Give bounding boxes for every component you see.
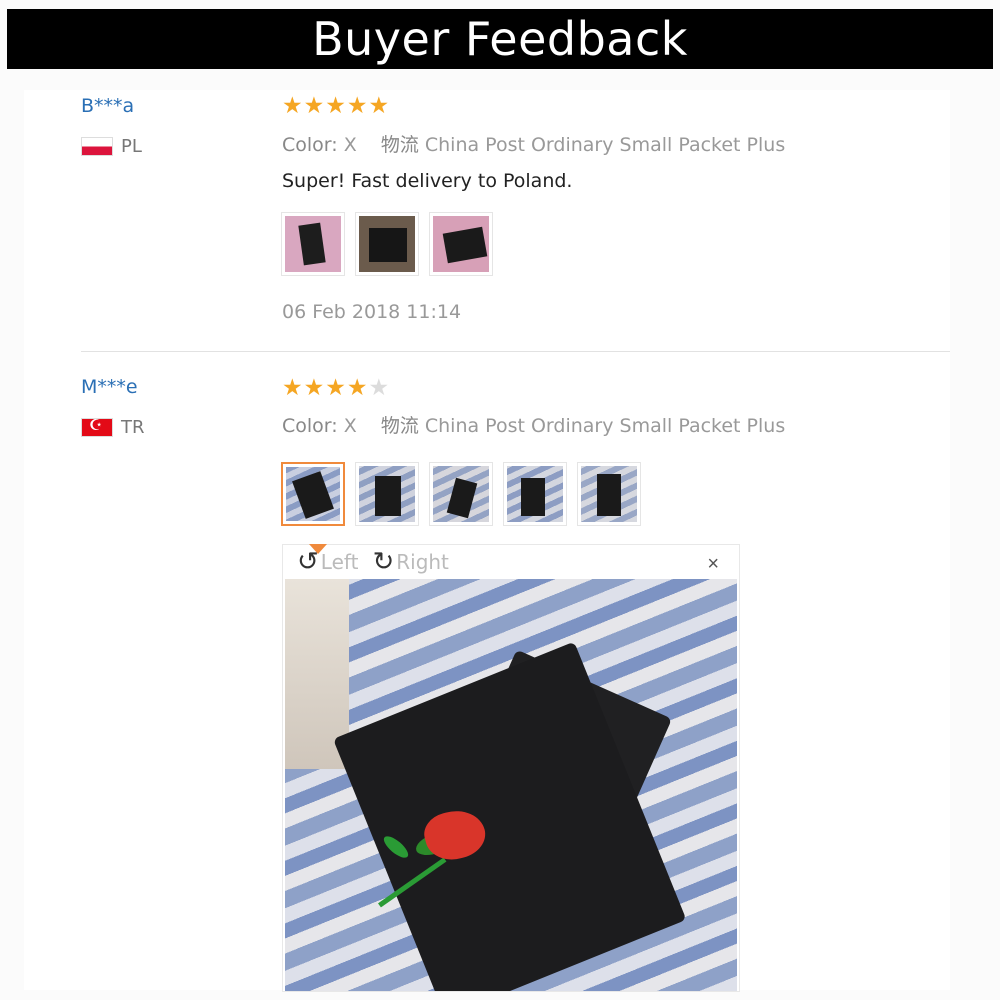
rotate-left-button[interactable]: ↺ Left	[297, 549, 358, 575]
star-icon: ★	[303, 374, 326, 400]
photo-thumbnail[interactable]	[429, 212, 493, 276]
star-icon: ★	[346, 374, 369, 400]
country-code: TR	[121, 417, 145, 438]
star-rating: ★★★★★	[282, 92, 390, 119]
poland-flag-icon	[81, 137, 113, 156]
rotate-left-icon: ↺	[297, 547, 319, 577]
star-icon: ★	[282, 374, 304, 400]
star-icon: ★	[346, 92, 369, 118]
viewer-toolbar: ↺ Left ↻ Right	[297, 549, 449, 575]
star-icon: ★	[303, 92, 326, 118]
close-icon[interactable]: ×	[707, 553, 719, 576]
header-banner: Buyer Feedback	[7, 9, 993, 69]
photo-thumbnail-selected[interactable]	[281, 462, 345, 526]
page-title: Buyer Feedback	[312, 12, 688, 66]
reviewer-country: PL	[81, 136, 142, 157]
photo-thumbnail[interactable]	[577, 462, 641, 526]
photo-thumbnail[interactable]	[355, 212, 419, 276]
review-date: 06 Feb 2018 11:14	[282, 301, 462, 323]
review-attributes: Color: X 物流 China Post Ordinary Small Pa…	[282, 130, 785, 157]
star-icon: ★	[282, 92, 304, 118]
enlarged-review-photo	[285, 579, 737, 991]
image-viewer: ↺ Left ↻ Right ×	[282, 544, 740, 992]
color-value: X	[343, 415, 357, 437]
rotate-right-button[interactable]: ↻ Right	[372, 549, 448, 575]
photo-thumbnail[interactable]	[503, 462, 567, 526]
star-icon: ★	[325, 92, 347, 118]
color-label: Color:	[282, 415, 338, 437]
shipping-value: China Post Ordinary Small Packet Plus	[424, 134, 786, 156]
review-divider	[81, 351, 950, 352]
review-photos	[281, 212, 493, 276]
review-photos	[281, 462, 641, 526]
color-value: X	[343, 134, 357, 156]
turkey-flag-icon	[81, 416, 113, 437]
review-attributes: Color: X 物流 China Post Ordinary Small Pa…	[282, 411, 785, 438]
star-icon: ★	[368, 92, 391, 118]
star-rating: ★★★★★	[282, 374, 390, 401]
shipping-label: 物流	[380, 134, 419, 156]
reviewer-name[interactable]: B***a	[81, 95, 134, 117]
color-label: Color:	[282, 134, 338, 156]
photo-box-body	[333, 641, 687, 991]
reviewer-country: TR	[81, 416, 145, 438]
photo-thumbnail[interactable]	[281, 212, 345, 276]
star-empty-icon: ★	[368, 374, 391, 400]
rotate-right-label: Right	[396, 550, 449, 574]
feedback-panel: B***a PL ★★★★★ Color: X 物流 China Post Or…	[24, 90, 950, 992]
rotate-right-icon: ↻	[372, 547, 395, 577]
country-code: PL	[121, 136, 142, 157]
rotate-left-label: Left	[320, 550, 359, 574]
reviewer-name[interactable]: M***e	[81, 376, 138, 398]
star-icon: ★	[325, 374, 347, 400]
photo-thumbnail[interactable]	[355, 462, 419, 526]
shipping-value: China Post Ordinary Small Packet Plus	[424, 415, 786, 437]
photo-thumbnail[interactable]	[429, 462, 493, 526]
shipping-label: 物流	[380, 415, 419, 437]
review-text: Super! Fast delivery to Poland.	[282, 170, 573, 192]
